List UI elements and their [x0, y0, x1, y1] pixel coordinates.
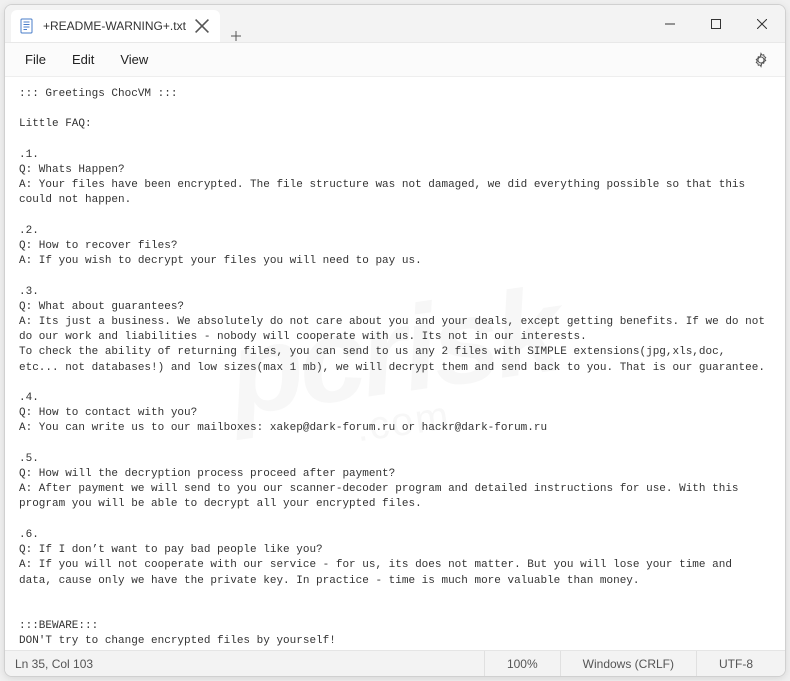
document-tab[interactable]: +README-WARNING+.txt: [11, 10, 220, 42]
notepad-window: +README-WARNING+.txt File Edit View: [4, 4, 786, 677]
notepad-icon: [19, 18, 35, 34]
menu-view[interactable]: View: [108, 48, 160, 71]
minimize-button[interactable]: [647, 5, 693, 42]
status-encoding[interactable]: UTF-8: [696, 651, 775, 676]
status-zoom[interactable]: 100%: [484, 651, 560, 676]
new-tab-button[interactable]: [220, 30, 252, 42]
menu-edit[interactable]: Edit: [60, 48, 106, 71]
document-text[interactable]: ::: Greetings ChocVM ::: Little FAQ: .1.…: [19, 87, 771, 650]
titlebar: +README-WARNING+.txt: [5, 5, 785, 43]
gear-icon: [753, 52, 769, 68]
maximize-button[interactable]: [693, 5, 739, 42]
editor-area[interactable]: pcrisk .com ::: Greetings ChocVM ::: Lit…: [5, 77, 785, 650]
status-line-ending[interactable]: Windows (CRLF): [560, 651, 696, 676]
settings-button[interactable]: [745, 48, 777, 72]
tab-title: +README-WARNING+.txt: [43, 19, 186, 33]
menubar: File Edit View: [5, 43, 785, 77]
tab-strip: +README-WARNING+.txt: [5, 5, 647, 42]
window-controls: [647, 5, 785, 42]
status-position: Ln 35, Col 103: [15, 657, 93, 671]
close-button[interactable]: [739, 5, 785, 42]
menu-file[interactable]: File: [13, 48, 58, 71]
statusbar: Ln 35, Col 103 100% Windows (CRLF) UTF-8: [5, 650, 785, 676]
tab-close-button[interactable]: [194, 18, 210, 34]
